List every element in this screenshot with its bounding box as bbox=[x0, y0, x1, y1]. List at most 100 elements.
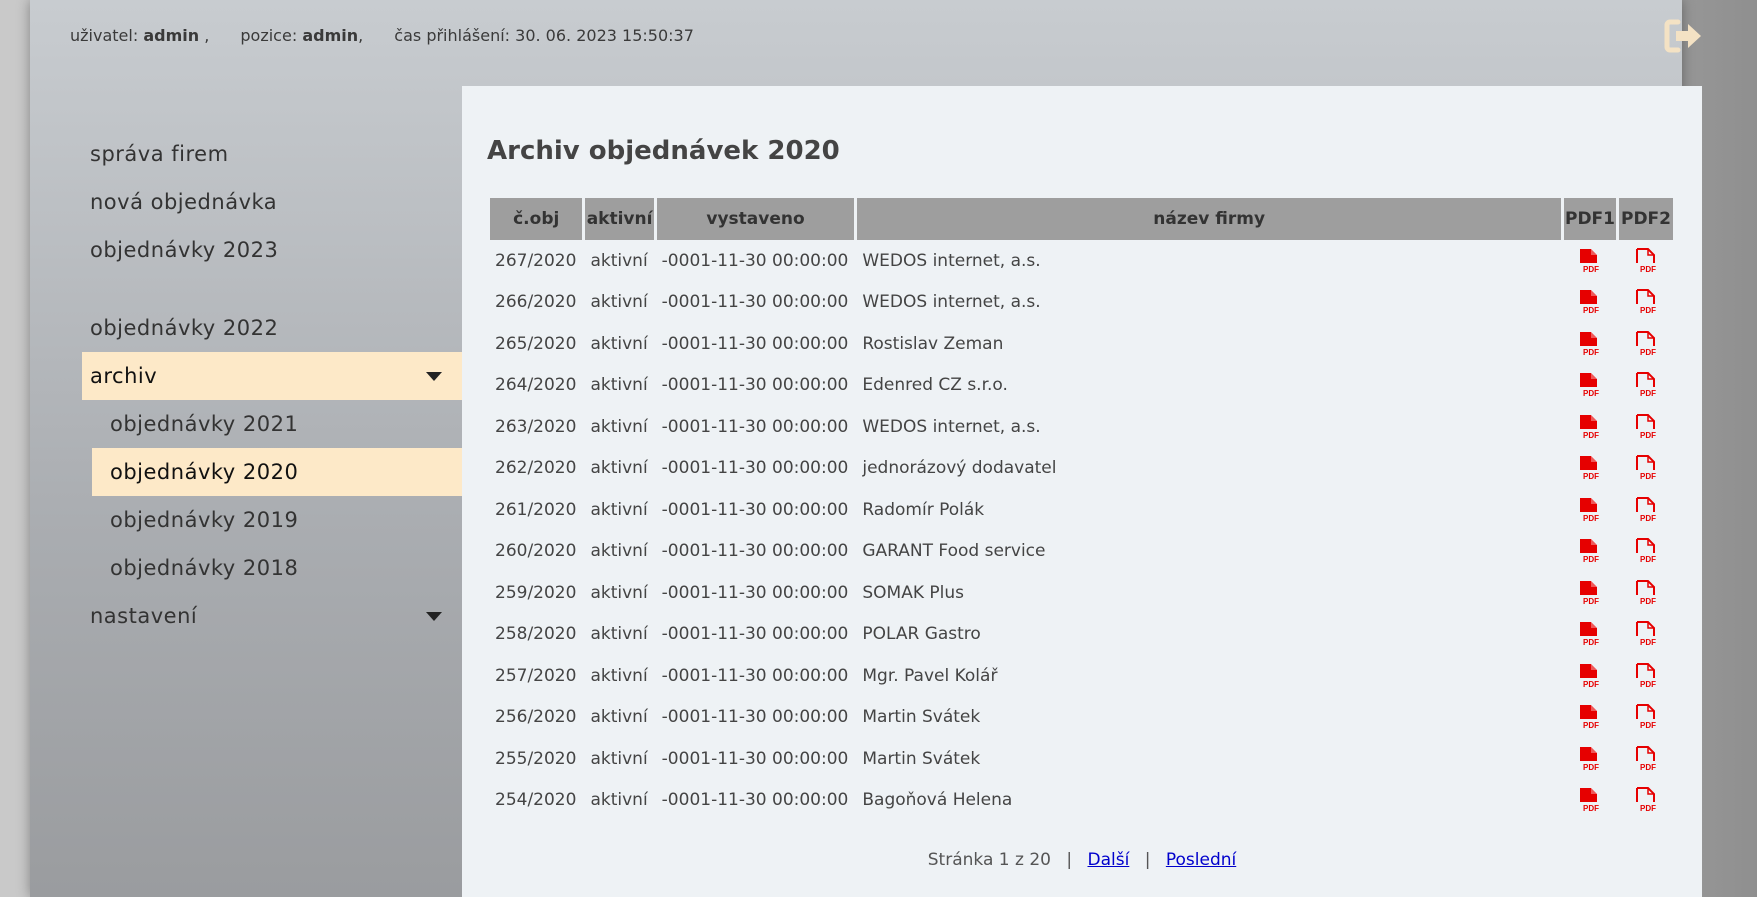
pdf-file-icon[interactable]: PDF bbox=[1577, 746, 1601, 772]
sidebar-item-nastaveni[interactable]: nastavení bbox=[82, 592, 462, 640]
pdf-file-icon[interactable]: PDF bbox=[1634, 538, 1658, 564]
order-number-cell: 266/2020 bbox=[495, 292, 577, 313]
sidebar-item-label: nastavení bbox=[90, 604, 198, 628]
pdf-file-icon[interactable]: PDF bbox=[1577, 455, 1601, 481]
sidebar-item-objednavky-2019[interactable]: objednávky 2019 bbox=[92, 496, 462, 544]
pdf2-cell: PDF bbox=[1618, 531, 1673, 573]
table-row: 255/2020 aktivní -0001-11-30 00:00:00 Marti… bbox=[489, 738, 1673, 780]
pdf-file-icon[interactable]: PDF bbox=[1634, 413, 1658, 440]
pdf-file-icon[interactable]: PDF bbox=[1577, 414, 1601, 440]
pdf-file-icon[interactable]: PDF bbox=[1634, 289, 1658, 315]
svg-text:PDF: PDF bbox=[1640, 306, 1656, 315]
sidebar-item-objednavky-2018[interactable]: objednávky 2018 bbox=[92, 544, 462, 592]
svg-text:PDF: PDF bbox=[1640, 265, 1656, 274]
pdf-file-icon[interactable]: PDF bbox=[1577, 663, 1601, 689]
pdf-file-icon[interactable]: PDF bbox=[1634, 330, 1658, 357]
sidebar-item-label: správa firem bbox=[90, 142, 229, 166]
pdf1-cell: PDF bbox=[1563, 780, 1616, 822]
next-page-link[interactable]: Další bbox=[1088, 850, 1130, 870]
pdf-file-icon[interactable]: PDF bbox=[1634, 455, 1658, 481]
issued-date-cell: -0001-11-30 00:00:00 bbox=[661, 250, 849, 271]
svg-text:PDF: PDF bbox=[1640, 721, 1656, 730]
svg-text:PDF: PDF bbox=[1583, 348, 1599, 357]
pdf1-cell: PDF bbox=[1563, 365, 1616, 407]
pdf2-cell: PDF bbox=[1618, 489, 1673, 531]
pager-separator: | bbox=[1144, 850, 1151, 870]
pdf-file-icon[interactable]: PDF bbox=[1634, 621, 1658, 647]
table-row: 259/2020 aktivní -0001-11-30 00:00:00 SOMAK… bbox=[489, 572, 1673, 614]
issued-date-cell: -0001-11-30 00:00:00 bbox=[661, 665, 849, 686]
user-suffix: , bbox=[204, 26, 210, 45]
table-row: 264/2020 aktivní -0001-11-30 00:00:00 Edenr… bbox=[489, 365, 1673, 407]
position-value: admin bbox=[302, 26, 359, 45]
sidebar-item-sprava-firem[interactable]: správa firem bbox=[82, 130, 462, 178]
pdf-file-icon[interactable]: PDF bbox=[1634, 787, 1658, 813]
pdf-file-icon[interactable]: PDF bbox=[1577, 580, 1601, 606]
order-number-cell: 255/2020 bbox=[495, 748, 577, 769]
page-status: Stránka 1 z 20 bbox=[927, 850, 1051, 870]
pdf2-cell: PDF bbox=[1618, 614, 1673, 656]
login-time-value: 30. 06. 2023 15:50:37 bbox=[515, 26, 694, 45]
pdf2-cell: PDF bbox=[1618, 780, 1673, 822]
app-frame: uživatel: admin , pozice: admin, čas při… bbox=[30, 0, 1702, 897]
column-header-company-name[interactable]: název firmy bbox=[856, 198, 1561, 240]
sidebar-item-nova-objednavka[interactable]: nová objednávka bbox=[82, 178, 462, 226]
logout-icon[interactable] bbox=[1664, 18, 1704, 54]
pdf1-cell: PDF bbox=[1563, 323, 1616, 365]
issued-date-cell: -0001-11-30 00:00:00 bbox=[661, 790, 849, 811]
sidebar-item-objednavky-2021[interactable]: objednávky 2021 bbox=[92, 400, 462, 448]
pdf2-cell: PDF bbox=[1618, 240, 1673, 282]
user-label: uživatel: bbox=[70, 26, 139, 45]
main-content: Archiv objednávek 2020 č.obj aktivní vys… bbox=[462, 86, 1702, 897]
pdf-file-icon[interactable]: PDF bbox=[1577, 787, 1601, 813]
pdf-file-icon[interactable]: PDF bbox=[1634, 496, 1658, 523]
orders-table: č.obj aktivní vystaveno název firmy PDF1… bbox=[487, 198, 1675, 821]
pdf-file-icon[interactable]: PDF bbox=[1577, 372, 1601, 398]
pdf-file-icon[interactable]: PDF bbox=[1577, 538, 1601, 564]
pdf-file-icon[interactable]: PDF bbox=[1634, 662, 1658, 689]
active-status-cell: aktivní bbox=[590, 707, 648, 728]
order-number-cell: 264/2020 bbox=[495, 375, 577, 396]
page-title: Archiv objednávek 2020 bbox=[487, 136, 840, 166]
pdf-file-icon[interactable]: PDF bbox=[1577, 497, 1601, 523]
pdf-file-icon[interactable]: PDF bbox=[1577, 331, 1601, 357]
column-header-order-number[interactable]: č.obj bbox=[489, 198, 583, 240]
company-name-cell: WEDOS internet, a.s. bbox=[862, 292, 1041, 313]
pdf-file-icon[interactable]: PDF bbox=[1577, 248, 1601, 274]
table-row: 257/2020 aktivní -0001-11-30 00:00:00 Mgr. … bbox=[489, 655, 1673, 697]
active-status-cell: aktivní bbox=[590, 499, 648, 520]
pdf-file-icon[interactable]: PDF bbox=[1634, 704, 1658, 730]
column-header-issued[interactable]: vystaveno bbox=[655, 198, 855, 240]
svg-text:PDF: PDF bbox=[1640, 597, 1656, 606]
pdf-file-icon[interactable]: PDF bbox=[1634, 579, 1658, 606]
pdf-file-icon[interactable]: PDF bbox=[1634, 372, 1658, 398]
pdf-file-icon[interactable]: PDF bbox=[1577, 704, 1601, 730]
pdf-file-icon[interactable]: PDF bbox=[1634, 745, 1658, 772]
table-body: 267/2020 aktivní -0001-11-30 00:00:00 WEDOS… bbox=[489, 240, 1673, 821]
pdf2-cell: PDF bbox=[1618, 282, 1673, 324]
active-status-cell: aktivní bbox=[590, 333, 648, 354]
pdf-file-icon[interactable]: PDF bbox=[1577, 289, 1601, 315]
svg-text:PDF: PDF bbox=[1583, 721, 1599, 730]
order-number-cell: 257/2020 bbox=[495, 665, 577, 686]
pdf1-cell: PDF bbox=[1563, 448, 1616, 490]
sidebar-nav: správa firem nová objednávka objednávky … bbox=[82, 130, 462, 640]
pdf-file-icon[interactable]: PDF bbox=[1577, 621, 1601, 647]
sidebar-item-objednavky-2020[interactable]: objednávky 2020 bbox=[92, 448, 462, 496]
pdf2-cell: PDF bbox=[1618, 738, 1673, 780]
svg-text:PDF: PDF bbox=[1583, 472, 1599, 481]
pdf-file-icon[interactable]: PDF bbox=[1634, 247, 1658, 274]
company-name-cell: Martin Svátek bbox=[862, 707, 981, 728]
order-number-cell: 267/2020 bbox=[495, 250, 577, 271]
sidebar-item-objednavky-2022[interactable]: objednávky 2022 bbox=[82, 304, 462, 352]
table-row: 261/2020 aktivní -0001-11-30 00:00:00 Radom… bbox=[489, 489, 1673, 531]
svg-text:PDF: PDF bbox=[1583, 265, 1599, 274]
sidebar-item-objednavky-2023[interactable]: objednávky 2023 bbox=[82, 226, 462, 274]
table-row: 260/2020 aktivní -0001-11-30 00:00:00 GARAN… bbox=[489, 531, 1673, 573]
column-header-pdf1: PDF1 bbox=[1562, 198, 1616, 240]
company-name-cell: SOMAK Plus bbox=[862, 582, 964, 603]
sidebar-item-archiv[interactable]: archiv bbox=[82, 352, 462, 400]
sidebar-item-label: nová objednávka bbox=[90, 190, 278, 214]
column-header-active[interactable]: aktivní bbox=[584, 198, 654, 240]
last-page-link[interactable]: Poslední bbox=[1166, 850, 1236, 870]
